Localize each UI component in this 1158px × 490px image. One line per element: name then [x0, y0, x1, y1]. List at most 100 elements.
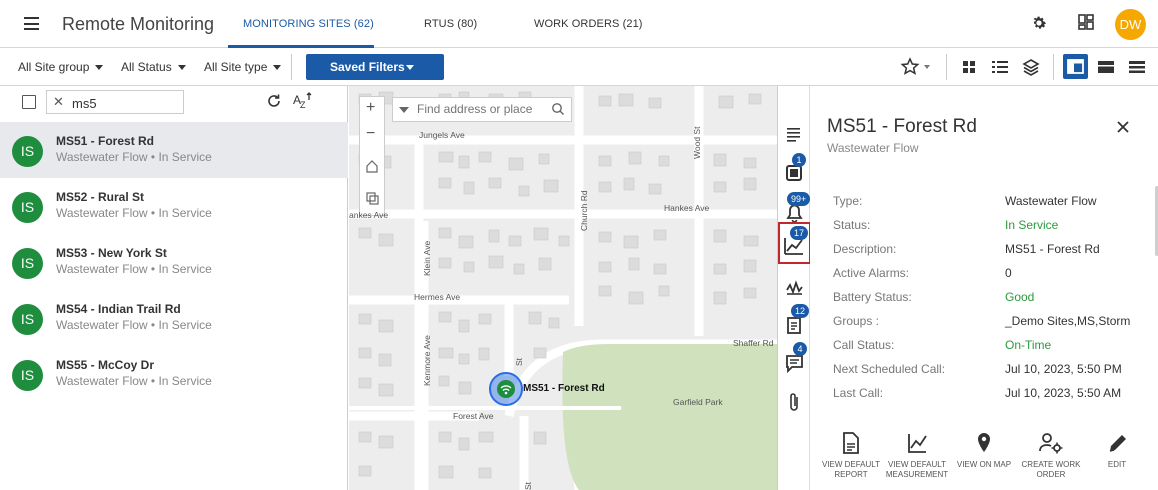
site-group-filter[interactable]: All Site group — [18, 60, 103, 74]
notes-count-badge: 4 — [793, 342, 807, 356]
field-label: Active Alarms: — [833, 266, 910, 280]
detail-subtitle: Wastewater Flow — [827, 141, 919, 155]
map-view[interactable]: + − Jungels Ave ankes Ave Hankes Ave Her… — [349, 86, 777, 490]
list-item[interactable]: IS MS54 - Indian Trail Rd Wastewater Flo… — [0, 290, 348, 346]
site-detail-panel: MS51 - Forest Rd Wastewater Flow Type: W… — [810, 86, 1158, 490]
grid-view-icon[interactable] — [958, 56, 980, 78]
action-label: VIEW DEFAULT — [821, 460, 881, 469]
field-label: Description: — [833, 242, 897, 256]
field-value: _Demo Sites,MS,Storm — [1005, 314, 1131, 328]
rtu-device-icon[interactable]: 1 — [778, 152, 811, 192]
street-label: Jungels Ave — [419, 130, 465, 140]
field-label: Type: — [833, 194, 863, 208]
detail-row-description: Description: MS51 - Forest Rd — [833, 242, 1153, 262]
favorites-star-icon[interactable] — [900, 56, 930, 78]
map-layout-icon[interactable] — [1095, 56, 1117, 78]
list-search-row: ✕ ms5 AZ — [0, 86, 348, 122]
map-zoom-controls: + − — [359, 96, 385, 216]
action-label: CREATE WORK — [1021, 460, 1081, 469]
attachment-icon[interactable] — [778, 382, 811, 422]
dashboard-icon[interactable] — [1078, 14, 1098, 34]
site-name: MS53 - New York St — [56, 246, 167, 260]
site-subtitle: Wastewater Flow • In Service — [56, 262, 212, 276]
detail-row-battery: Battery Status: Good — [833, 290, 1153, 310]
site-name: MS55 - McCoy Dr — [56, 358, 155, 372]
clear-search-icon[interactable]: ✕ — [53, 94, 64, 110]
field-value: On-Time — [1005, 338, 1052, 352]
menu-icon[interactable] — [24, 17, 39, 30]
field-value: Jul 10, 2023, 5:50 PM — [1005, 362, 1122, 376]
site-type-filter[interactable]: All Site type — [204, 60, 281, 74]
summary-list-icon[interactable] — [778, 114, 811, 154]
site-marker[interactable] — [489, 372, 523, 406]
waveform-icon[interactable] — [778, 266, 811, 306]
site-subtitle: Wastewater Flow • In Service — [56, 206, 212, 220]
field-label: Call Status: — [833, 338, 895, 352]
view-default-measurement-button[interactable]: VIEW DEFAULT MEASUREMENT — [885, 432, 949, 480]
rtu-count-badge: 1 — [792, 153, 806, 167]
field-label: Next Scheduled Call: — [833, 362, 946, 376]
divider — [946, 54, 947, 80]
address-search-input[interactable] — [417, 102, 547, 116]
saved-filters-label: Saved Filters — [330, 60, 405, 74]
site-subtitle: Wastewater Flow • In Service — [56, 318, 212, 332]
street-label: Church Rd — [579, 190, 589, 231]
tab-monitoring-sites[interactable]: MONITORING SITES (62) — [243, 18, 374, 30]
settings-icon[interactable] — [1030, 14, 1050, 34]
layers-icon[interactable] — [1020, 56, 1042, 78]
street-label: Klein Ave — [422, 240, 432, 276]
street-label: Hankes Ave — [664, 203, 710, 213]
detail-row-type: Type: Wastewater Flow — [833, 194, 1153, 214]
site-subtitle: Wastewater Flow • In Service — [56, 374, 212, 388]
top-bar: Remote Monitoring MONITORING SITES (62) … — [0, 0, 1158, 48]
table-layout-icon[interactable] — [1126, 56, 1148, 78]
alarm-count-badge: 99+ — [787, 192, 811, 206]
field-label: Status: — [833, 218, 871, 232]
list-item[interactable]: IS MS53 - New York St Wastewater Flow • … — [0, 234, 348, 290]
site-status-avatar: IS — [12, 248, 43, 279]
edit-button[interactable]: EDIT — [1085, 432, 1149, 470]
street-label: Hermes Ave — [414, 292, 461, 302]
list-view-icon[interactable] — [989, 56, 1011, 78]
user-gear-icon — [1039, 433, 1063, 454]
pencil-icon — [1109, 435, 1126, 452]
divider — [291, 54, 292, 80]
field-label: Battery Status: — [833, 290, 912, 304]
close-icon[interactable] — [1115, 119, 1131, 135]
detail-row-call-status: Call Status: On-Time — [833, 338, 1153, 358]
refresh-icon[interactable] — [266, 93, 282, 114]
list-item[interactable]: IS MS55 - McCoy Dr Wastewater Flow • In … — [0, 346, 348, 402]
user-avatar[interactable]: DW — [1115, 9, 1146, 40]
list-item[interactable]: IS MS51 - Forest Rd Wastewater Flow • In… — [0, 122, 348, 178]
action-label: MEASUREMENT — [885, 470, 949, 479]
tab-work-orders[interactable]: WORK ORDERS (21) — [534, 18, 643, 30]
status-filter[interactable]: All Status — [121, 60, 186, 74]
view-default-report-button[interactable]: VIEW DEFAULT REPORT — [819, 432, 883, 480]
measurements-chart-icon[interactable]: 17 — [778, 222, 811, 264]
create-work-order-button[interactable]: CREATE WORK ORDER — [1019, 432, 1083, 480]
saved-filters-button[interactable]: Saved Filters — [306, 54, 444, 80]
wifi-icon — [497, 380, 515, 398]
site-name: MS52 - Rural St — [56, 190, 145, 204]
view-on-map-button[interactable]: VIEW ON MAP — [952, 432, 1016, 470]
detail-row-active-alarms: Active Alarms: 0 — [833, 266, 1153, 286]
notes-comment-icon[interactable]: 4 — [778, 342, 811, 382]
address-search[interactable] — [392, 97, 572, 122]
zoom-in-icon[interactable]: + — [366, 99, 375, 117]
filter-bar: All Site group All Status All Site type … — [0, 48, 1158, 86]
split-layout-icon[interactable] — [1063, 54, 1088, 79]
measurement-count-badge: 17 — [790, 226, 809, 240]
sort-icon[interactable]: AZ — [293, 92, 313, 115]
list-item[interactable]: IS MS52 - Rural St Wastewater Flow • In … — [0, 178, 348, 234]
zoom-out-icon[interactable]: − — [366, 125, 375, 143]
park-label: Garfield Park — [673, 397, 723, 407]
action-label: REPORT — [834, 470, 868, 479]
select-all-checkbox[interactable] — [22, 95, 36, 109]
chevron-down-icon[interactable] — [399, 107, 409, 113]
site-list-panel: ✕ ms5 AZ IS MS51 - Forest Rd Wastewater … — [0, 86, 348, 490]
field-value: Jul 10, 2023, 5:50 AM — [1005, 386, 1122, 400]
street-label: St — [523, 481, 533, 490]
site-search-input[interactable]: ✕ ms5 — [46, 90, 184, 114]
tab-rtus[interactable]: RTUS (80) — [424, 18, 477, 30]
report-document-icon[interactable]: 12 — [778, 304, 811, 344]
